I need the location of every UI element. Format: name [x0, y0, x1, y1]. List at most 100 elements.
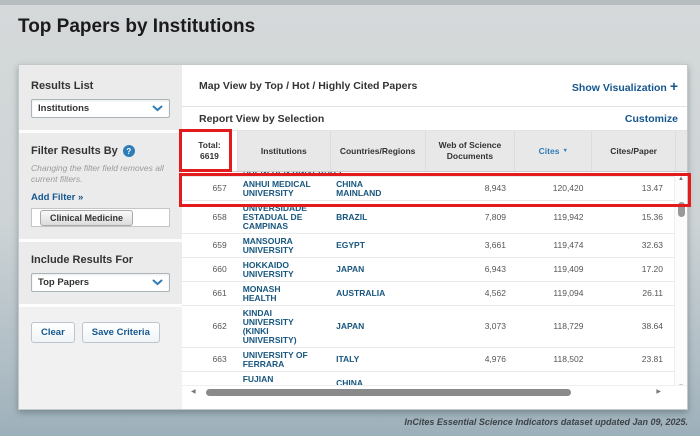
partial-row-text: SHENZHEN UNIVERSITY: [243, 172, 674, 176]
chevron-down-icon: [152, 279, 163, 286]
filter-section: Filter Results By ? Changing the filter …: [19, 133, 182, 242]
clear-button[interactable]: Clear: [31, 322, 75, 343]
wos-documents-value: 6,943: [425, 263, 514, 277]
wos-documents-value: 3,661: [425, 239, 514, 253]
cites-value: 119,409: [514, 263, 591, 277]
country-link[interactable]: AUSTRALIA: [330, 287, 424, 301]
vertical-scrollbar-thumb[interactable]: [678, 202, 685, 217]
cites-value: 119,094: [514, 287, 591, 301]
include-results-dropdown[interactable]: Top Papers: [31, 273, 170, 292]
country-link[interactable]: EGYPT: [330, 239, 424, 253]
country-link[interactable]: CHINA MAINLAND: [330, 177, 424, 200]
wos-documents-value: 4,976: [425, 353, 514, 367]
vertical-scrollbar[interactable]: ▲ ▼: [674, 172, 687, 398]
country-link[interactable]: JAPAN: [330, 320, 424, 334]
wos-documents-value: 3,073: [425, 320, 514, 334]
institution-link[interactable]: UNIVERSITY OF FERRARA: [238, 348, 330, 371]
wos-documents-value: 7,809: [425, 210, 514, 224]
row-rank: 657: [182, 182, 238, 196]
total-value: 6619: [200, 151, 219, 162]
add-filter-link[interactable]: Add Filter »: [31, 192, 83, 203]
filter-tag-clinical-medicine[interactable]: Clinical Medicine: [40, 210, 133, 226]
include-results-label: Include Results For: [31, 254, 170, 266]
table-header: Total: 6619 Institutions Countries/Regio…: [182, 131, 687, 172]
top-strip: [0, 0, 700, 5]
header-spacer: [676, 131, 687, 171]
total-count-cell: Total: 6619: [182, 131, 238, 171]
sidebar: Results List Institutions Filter Results…: [19, 65, 182, 409]
column-header-cites-per-paper[interactable]: Cites/Paper: [592, 131, 676, 171]
cites-value: 119,474: [514, 239, 591, 253]
map-view-bar: Map View by Top / Hot / Highly Cited Pap…: [182, 65, 687, 107]
row-rank: 661: [182, 287, 238, 301]
scroll-left-icon[interactable]: ◀: [191, 388, 196, 395]
column-header-countries-regions[interactable]: Countries/Regions: [331, 131, 426, 171]
scroll-up-icon[interactable]: ▲: [675, 176, 687, 182]
institution-link[interactable]: KINDAI UNIVERSITY (KINKI UNIVERSITY): [238, 306, 330, 347]
column-header-cites[interactable]: Cites ▼: [515, 131, 592, 171]
row-rank: 659: [182, 239, 238, 253]
table-row[interactable]: 663UNIVERSITY OF FERRARAITALY4,976118,50…: [182, 348, 674, 372]
table-row[interactable]: 658UNIVERSIDADE ESTADUAL DE CAMPINASBRAZ…: [182, 201, 674, 234]
cites-per-paper-value: 17.20: [591, 263, 675, 277]
country-link[interactable]: JAPAN: [330, 263, 424, 277]
table-row[interactable]: 661MONASH HEALTHAUSTRALIA4,562119,09426.…: [182, 282, 674, 306]
cites-per-paper-value: 13.47: [591, 182, 675, 196]
total-label: Total:: [198, 140, 221, 151]
filter-input[interactable]: Clinical Medicine: [31, 208, 170, 227]
table-row[interactable]: 662KINDAI UNIVERSITY (KINKI UNIVERSITY)J…: [182, 306, 674, 348]
cites-per-paper-value: 32.63: [591, 239, 675, 253]
cites-value: 120,420: [514, 182, 591, 196]
results-list-label: Results List: [31, 80, 170, 92]
table-row-highlighted[interactable]: 657ANHUI MEDICAL UNIVERSITYCHINA MAINLAN…: [182, 177, 674, 201]
include-results-section: Include Results For Top Papers: [19, 242, 182, 307]
cites-per-paper-value: 38.64: [591, 320, 675, 334]
row-rank: 660: [182, 263, 238, 277]
institution-link[interactable]: MANSOURA UNIVERSITY: [238, 234, 330, 257]
column-header-institutions[interactable]: Institutions: [238, 131, 331, 171]
save-criteria-button[interactable]: Save Criteria: [82, 322, 160, 343]
filter-label: Filter Results By: [31, 145, 118, 157]
show-visualization-link[interactable]: Show Visualization+: [572, 78, 678, 94]
cites-value: 118,502: [514, 353, 591, 367]
row-rank: 663: [182, 353, 238, 367]
institution-link[interactable]: ANHUI MEDICAL UNIVERSITY: [238, 177, 330, 200]
institution-link[interactable]: MONASH HEALTH: [238, 282, 330, 305]
horizontal-scrollbar[interactable]: ◀ ▶: [182, 385, 687, 398]
help-icon[interactable]: ?: [123, 145, 135, 157]
dataset-updated-note: InCites Essential Science Indicators dat…: [404, 417, 688, 427]
country-link[interactable]: BRAZIL: [330, 210, 424, 224]
chevron-down-icon: [152, 105, 163, 112]
plus-icon: +: [670, 78, 678, 94]
institution-link[interactable]: UNIVERSIDADE ESTADUAL DE CAMPINAS: [238, 201, 330, 233]
cites-value: 118,729: [514, 320, 591, 334]
main-panel: Map View by Top / Hot / Highly Cited Pap…: [182, 65, 687, 409]
wos-documents-value: 4,562: [425, 287, 514, 301]
column-header-wos-documents[interactable]: Web of Science Documents: [426, 131, 516, 171]
sort-desc-icon: ▼: [562, 148, 567, 155]
table-rows: SHENZHEN UNIVERSITY 657ANHUI MEDICAL UNI…: [182, 172, 674, 398]
map-view-title: Map View by Top / Hot / Highly Cited Pap…: [199, 80, 417, 92]
sidebar-buttons: Clear Save Criteria: [19, 307, 182, 358]
page-title: Top Papers by Institutions: [18, 16, 255, 38]
include-results-selected: Top Papers: [38, 277, 89, 288]
row-rank: 662: [182, 320, 238, 334]
row-rank: 658: [182, 210, 238, 224]
report-view-title: Report View by Selection: [199, 113, 324, 125]
cites-per-paper-value: 23.81: [591, 353, 675, 367]
cites-value: 119,942: [514, 210, 591, 224]
table-row[interactable]: 659MANSOURA UNIVERSITYEGYPT3,661119,4743…: [182, 234, 674, 258]
results-list-selected: Institutions: [38, 103, 89, 114]
cites-per-paper-value: 26.11: [591, 287, 675, 301]
country-link[interactable]: ITALY: [330, 353, 424, 367]
content-card: Results List Institutions Filter Results…: [18, 64, 688, 410]
wos-documents-value: 8,943: [425, 182, 514, 196]
table-row[interactable]: 660HOKKAIDO UNIVERSITYJAPAN6,943119,4091…: [182, 258, 674, 282]
institution-link[interactable]: HOKKAIDO UNIVERSITY: [238, 258, 330, 281]
horizontal-scrollbar-thumb[interactable]: [206, 389, 571, 396]
scroll-right-icon[interactable]: ▶: [656, 388, 661, 395]
customize-link[interactable]: Customize: [625, 113, 678, 125]
filter-note: Changing the filter field removes all cu…: [31, 163, 170, 185]
cites-per-paper-value: 15.36: [591, 210, 675, 224]
results-list-dropdown[interactable]: Institutions: [31, 99, 170, 118]
